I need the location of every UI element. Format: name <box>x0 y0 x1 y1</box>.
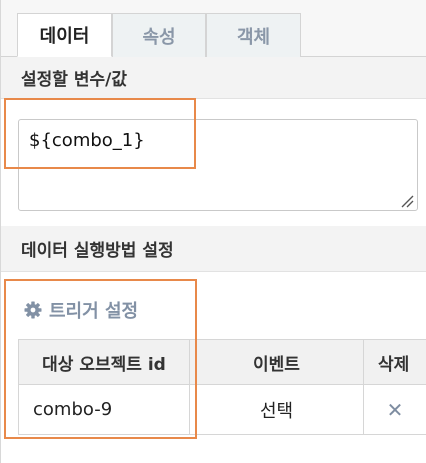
trigger-settings-toggle[interactable]: 트리거 설정 <box>23 296 138 324</box>
variable-section-header: 설정할 변수/값 <box>1 57 426 99</box>
tab-bar: 데이터 속성 객체 <box>1 0 426 57</box>
table-header-row: 대상 오브젝트 id 이벤트 삭제 <box>18 339 426 385</box>
column-header-delete: 삭제 <box>363 339 426 385</box>
column-header-event: 이벤트 <box>189 339 364 385</box>
trigger-table: 대상 오브젝트 id 이벤트 삭제 combo-9 선택 ✕ <box>18 339 426 435</box>
tab-objects[interactable]: 객체 <box>206 13 301 57</box>
resize-grip-icon[interactable] <box>398 192 414 208</box>
trigger-settings-title: 트리거 설정 <box>49 301 139 322</box>
column-header-object-id: 대상 오브젝트 id <box>18 339 190 385</box>
cell-object-id[interactable]: combo-9 <box>18 385 190 435</box>
data-panel: 데이터 속성 객체 설정할 변수/값 데이터 실행방법 설정 <box>0 0 426 463</box>
gear-icon <box>24 301 42 319</box>
variable-value-input[interactable] <box>18 119 418 211</box>
execution-section-title: 데이터 실행방법 설정 <box>21 241 174 261</box>
variable-section-title: 설정할 변수/값 <box>21 70 127 90</box>
execution-section-header: 데이터 실행방법 설정 <box>1 226 426 272</box>
tab-properties[interactable]: 속성 <box>112 13 206 57</box>
cell-event[interactable]: 선택 <box>189 385 364 435</box>
delete-row-icon[interactable]: ✕ <box>387 398 404 422</box>
table-row: combo-9 선택 ✕ <box>18 385 426 435</box>
cell-delete: ✕ <box>363 385 426 435</box>
tab-data[interactable]: 데이터 <box>17 13 112 57</box>
